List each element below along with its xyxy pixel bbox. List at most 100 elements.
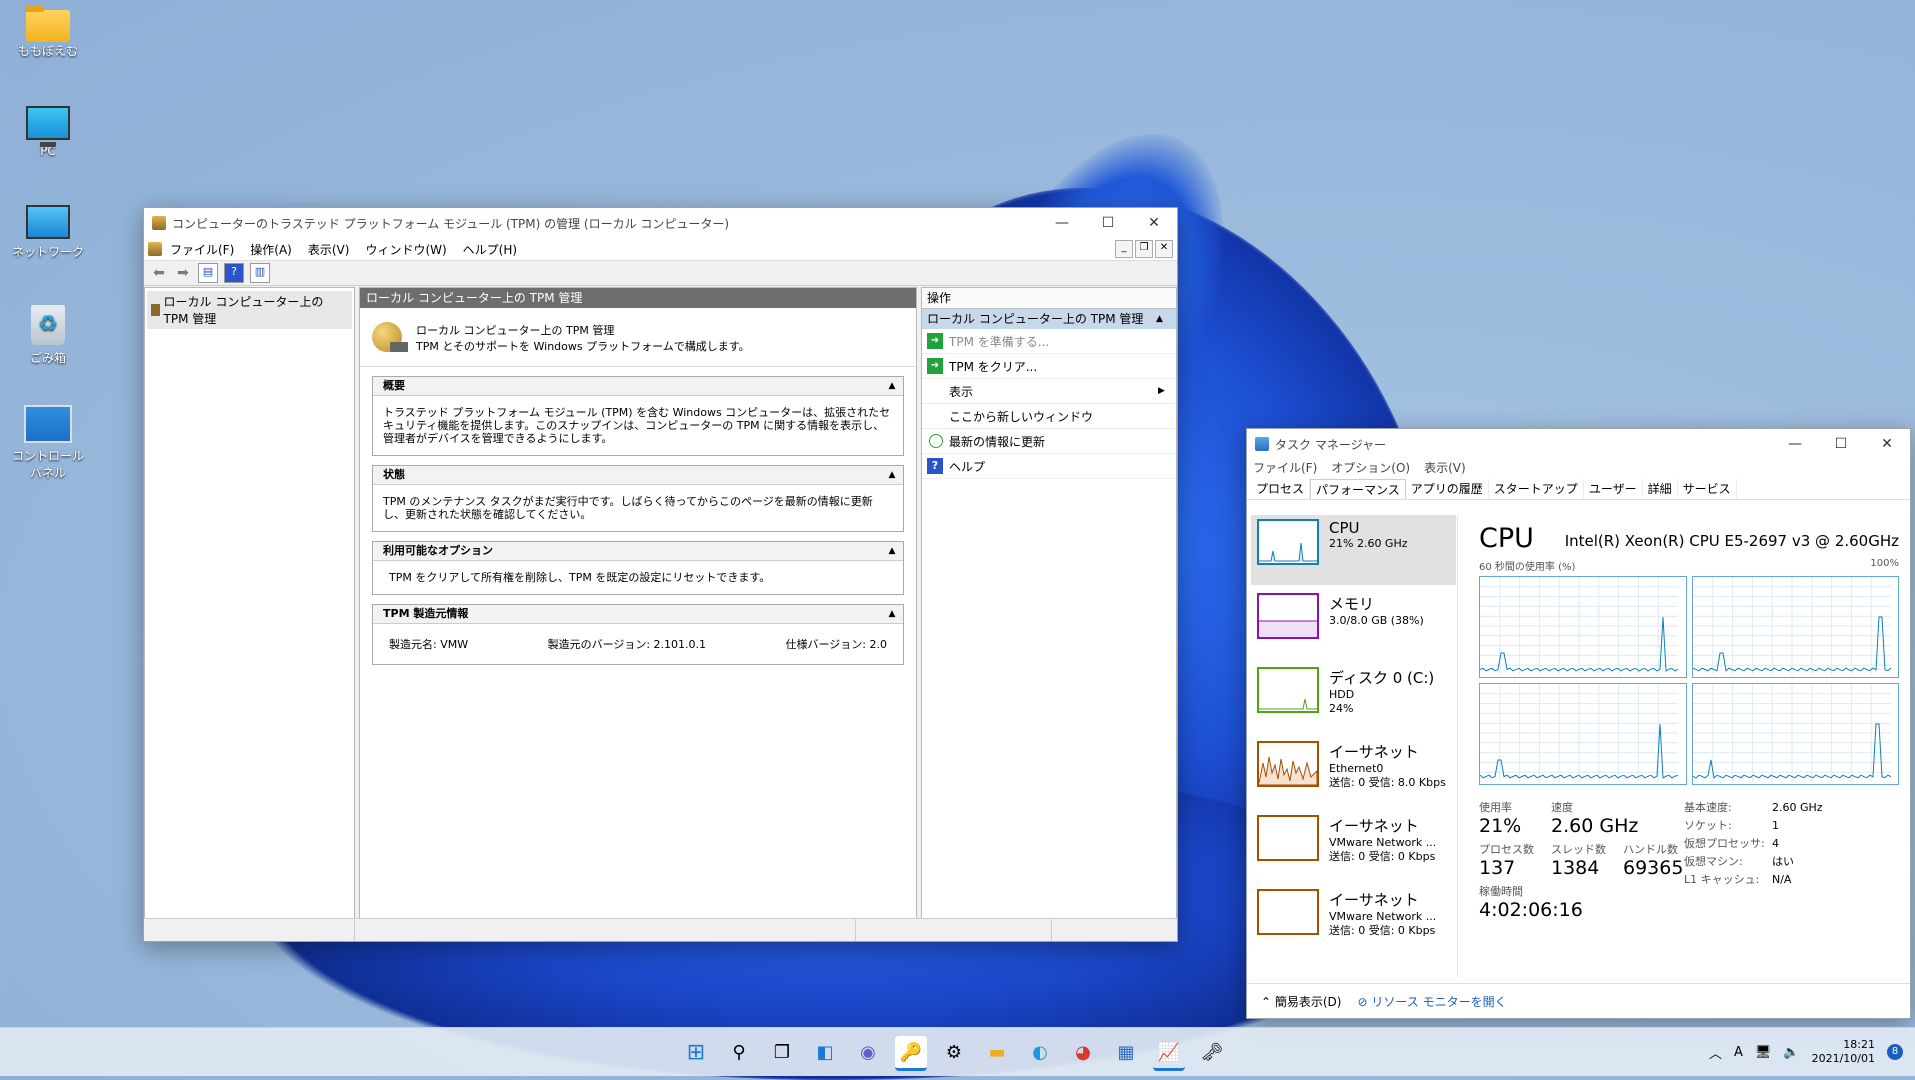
cpu-core-graph-2 xyxy=(1479,683,1687,785)
menu-help[interactable]: ヘルプ(H) xyxy=(455,241,525,258)
mdi-close-button[interactable]: ✕ xyxy=(1155,240,1173,258)
settings-gear-icon[interactable]: ⚙ xyxy=(938,1036,970,1068)
widgets-icon[interactable]: ◧ xyxy=(809,1036,841,1068)
chat-icon[interactable]: ◉ xyxy=(852,1036,884,1068)
action-refresh[interactable]: 最新の情報に更新 xyxy=(922,429,1176,454)
menu-window[interactable]: ウィンドウ(W) xyxy=(357,241,454,258)
tab-performance[interactable]: パフォーマンス xyxy=(1310,479,1406,499)
chevron-up-icon[interactable]: ︿ xyxy=(1709,1043,1722,1062)
cpu-core-graph-1 xyxy=(1691,576,1899,678)
resource-cpu[interactable]: CPU 21% 2.60 GHz xyxy=(1251,515,1456,585)
cpu-core-graph-0 xyxy=(1479,576,1687,678)
menu-view[interactable]: 表示(V) xyxy=(1424,459,1466,479)
action-new-window[interactable]: ここから新しいウィンドウ xyxy=(922,404,1176,429)
tab-users[interactable]: ユーザー xyxy=(1584,479,1643,499)
network-tray-icon[interactable]: 🖥 xyxy=(1755,1045,1772,1060)
volume-icon[interactable]: 🔈 xyxy=(1783,1045,1799,1060)
menu-action[interactable]: 操作(A) xyxy=(242,241,300,258)
desktop-icon-folder[interactable]: ももぼえむ xyxy=(10,5,86,59)
edge-browser-icon[interactable]: ◐ xyxy=(1024,1036,1056,1068)
collapse-icon[interactable]: ▲ xyxy=(881,466,903,484)
tab-details[interactable]: 詳細 xyxy=(1643,479,1678,499)
tpm-app-taskbar-icon[interactable]: 🔑 xyxy=(895,1036,927,1071)
ime-indicator[interactable]: A xyxy=(1734,1045,1743,1060)
tab-app-history[interactable]: アプリの履歴 xyxy=(1406,479,1489,499)
menu-file[interactable]: ファイル(F) xyxy=(1253,459,1317,479)
action-clear-tpm[interactable]: ➜ TPM をクリア... xyxy=(922,354,1176,379)
mdi-minimize-button[interactable]: _ xyxy=(1115,240,1133,258)
chrome-browser-icon[interactable]: ◕ xyxy=(1067,1036,1099,1068)
minimize-button[interactable]: — xyxy=(1039,208,1085,238)
resource-detail: VMware Network ... xyxy=(1329,836,1437,849)
desktop-icon-network[interactable]: ネットワーク xyxy=(10,205,86,260)
resource-detail: Ethernet0 xyxy=(1329,762,1384,775)
cpu-model: Intel(R) Xeon(R) CPU E5-2697 v3 @ 2.60GH… xyxy=(1564,532,1899,550)
resource-memory[interactable]: メモリ 3.0/8.0 GB (38%) xyxy=(1251,589,1456,659)
action-view[interactable]: 表示 ▶ xyxy=(922,379,1176,404)
overview-header[interactable]: 概要 ▲ xyxy=(373,377,903,396)
status-header[interactable]: 状態 ▲ xyxy=(373,466,903,485)
tab-services[interactable]: サービス xyxy=(1678,479,1737,499)
details-header: ローカル コンピューター上の TPM 管理 xyxy=(360,288,916,308)
search-icon[interactable]: ⚲ xyxy=(723,1036,755,1068)
resource-vmware-network-2[interactable]: イーサネット VMware Network ... 送信: 0 受信: 0 Kbps xyxy=(1251,885,1456,955)
system-tray: ︿ A 🖥 🔈 18:21 2021/10/01 8 xyxy=(1709,1038,1903,1066)
speed-label: 速度 xyxy=(1551,801,1573,814)
intro-title: ローカル コンピューター上の TPM 管理 xyxy=(416,324,615,337)
title-bar[interactable]: タスク マネージャー — ☐ ✕ xyxy=(1247,429,1910,459)
actions-subheader[interactable]: ローカル コンピューター上の TPM 管理 ▲ xyxy=(922,309,1176,329)
open-resource-monitor-link[interactable]: ⊘ リソース モニターを開く xyxy=(1357,993,1506,1010)
manufacturer-header[interactable]: TPM 製造元情報 ▲ xyxy=(373,605,903,624)
clock[interactable]: 18:21 2021/10/01 xyxy=(1812,1038,1875,1066)
minimize-button[interactable]: — xyxy=(1772,429,1818,459)
resource-usage: 24% xyxy=(1329,702,1354,715)
back-arrow-icon[interactable]: ⬅ xyxy=(150,264,168,282)
collapse-icon[interactable]: ▲ xyxy=(1156,309,1176,329)
close-button[interactable]: ✕ xyxy=(1864,429,1910,459)
help-icon[interactable]: ? xyxy=(224,263,244,283)
maximize-button[interactable]: ☐ xyxy=(1085,208,1131,238)
close-button[interactable]: ✕ xyxy=(1131,208,1177,238)
collapse-icon[interactable]: ▲ xyxy=(881,377,903,395)
file-explorer-icon[interactable]: ▬ xyxy=(981,1036,1013,1068)
fewer-details-button[interactable]: ⌃ 簡易表示(D) xyxy=(1261,993,1341,1010)
desktop-icon-control-panel[interactable]: コントロール パネル xyxy=(10,405,86,481)
tab-bar: プロセス パフォーマンス アプリの履歴 スタートアップ ユーザー 詳細 サービス xyxy=(1247,479,1910,500)
submenu-arrow-icon: ▶ xyxy=(1158,386,1165,396)
collapse-icon[interactable]: ▲ xyxy=(881,605,903,623)
key-app-icon[interactable]: 🗝 xyxy=(1196,1036,1228,1068)
resource-list: CPU 21% 2.60 GHz メモリ 3.0/8.0 GB (38%) ディスク… xyxy=(1251,515,1456,959)
desktop-icon-recycle-bin[interactable]: ♻ ごみ箱 xyxy=(10,305,86,366)
show-hide-action-pane-icon[interactable]: ▥ xyxy=(250,263,270,283)
maximize-button[interactable]: ☐ xyxy=(1818,429,1864,459)
menu-bar: ファイル(F) オプション(O) 表示(V) xyxy=(1247,459,1910,479)
mdi-restore-button[interactable]: ❐ xyxy=(1135,240,1153,258)
action-prepare-tpm[interactable]: ➜ TPM を準備する... xyxy=(922,329,1176,354)
task-manager-icon xyxy=(1255,437,1269,451)
start-windows-icon[interactable]: ⊞ xyxy=(680,1036,712,1068)
resource-ethernet0[interactable]: イーサネット Ethernet0 送信: 0 受信: 8.0 Kbps xyxy=(1251,737,1456,807)
window-title: コンピューターのトラステッド プラットフォーム モジュール (TPM) の管理 … xyxy=(172,216,730,231)
resource-vmware-network-1[interactable]: イーサネット VMware Network ... 送信: 0 受信: 0 Kbps xyxy=(1251,811,1456,881)
menu-file[interactable]: ファイル(F) xyxy=(162,241,242,258)
tab-startup[interactable]: スタートアップ xyxy=(1489,479,1584,499)
store-icon[interactable]: ▦ xyxy=(1110,1036,1142,1068)
tab-processes[interactable]: プロセス xyxy=(1251,479,1311,499)
menu-options[interactable]: オプション(O) xyxy=(1331,459,1410,479)
status-text: TPM のメンテナンス タスクがまだ実行中です。しばらく待ってからこのページを最… xyxy=(383,495,873,521)
mmc-doc-icon[interactable] xyxy=(148,242,162,256)
menu-view[interactable]: 表示(V) xyxy=(300,241,358,258)
action-help[interactable]: ? ヘルプ xyxy=(922,454,1176,479)
notification-badge[interactable]: 8 xyxy=(1887,1044,1903,1060)
forward-arrow-icon[interactable]: ➡ xyxy=(174,264,192,282)
tpm-app-icon xyxy=(152,216,166,230)
collapse-icon[interactable]: ▲ xyxy=(881,542,903,560)
show-hide-tree-icon[interactable]: ▤ xyxy=(198,263,218,283)
desktop-icon-pc[interactable]: PC xyxy=(10,106,86,158)
task-manager-taskbar-icon[interactable]: 📈 xyxy=(1153,1036,1185,1071)
options-header[interactable]: 利用可能なオプション ▲ xyxy=(373,542,903,561)
tree-item-tpm[interactable]: ローカル コンピューター上の TPM 管理 xyxy=(147,291,352,329)
task-view-icon[interactable]: ❐ xyxy=(766,1036,798,1068)
resource-disk[interactable]: ディスク 0 (C:) HDD 24% xyxy=(1251,663,1456,733)
title-bar[interactable]: コンピューターのトラステッド プラットフォーム モジュール (TPM) の管理 … xyxy=(144,208,1177,238)
